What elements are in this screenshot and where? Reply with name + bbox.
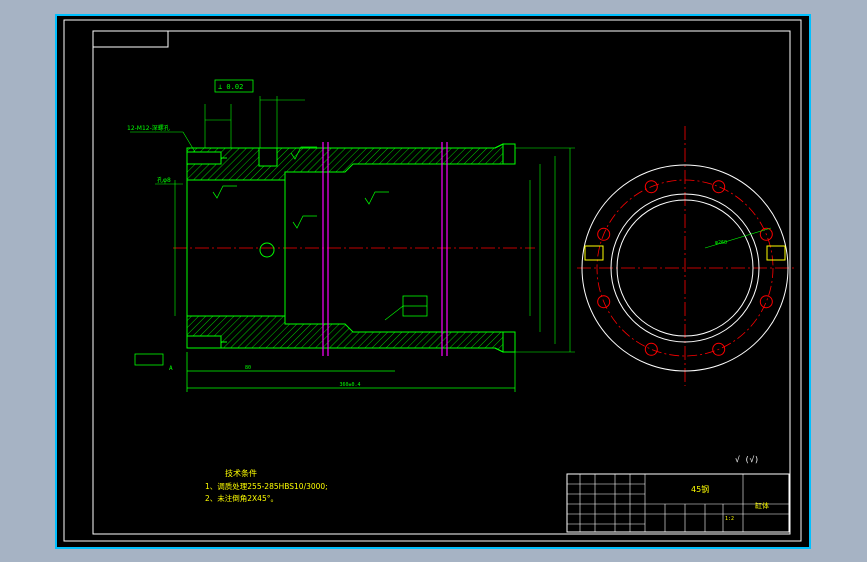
leader-bore-label: 孔φ8 [157,176,171,184]
corner-label-box [92,30,169,48]
svg-text:A: A [169,365,173,372]
material-label: 45钢 [691,484,709,494]
roughness-symbol-4 [212,185,237,199]
tech-req-title: 技术条件 [225,468,257,478]
surface-note: √ (√) [735,455,759,464]
thread-hole-bottom [186,335,222,349]
side-hole [259,242,275,258]
dim-overall: 360±0.4 [339,382,360,388]
lug-right [766,245,786,261]
roughness-symbol-2 [364,191,389,205]
tech-req-line-2: 2、未注倒角2X45°。 [205,493,278,503]
datum-a-marker [134,353,164,366]
thread-hole-top [186,151,222,165]
roughness-symbol-3 [292,215,317,229]
leader-thread-label: 12-M12-深螺孔 [127,124,170,132]
flange-view: φ260 [577,126,797,386]
tech-req-line-1: 1、调质处理255-285HBS10/3000; [205,481,328,491]
top-wall-hatch [186,143,504,181]
title-block: 45钢 缸体 1:2 [566,473,790,533]
drawing-frame-outer [63,19,802,542]
bolt-hole [712,180,726,194]
section-view: 360±0.4 80 12-M12-深螺孔 孔φ8 ⊥ 0.02 A [127,79,575,392]
port-hole [258,147,278,167]
bolt-hole [759,295,773,309]
bolt-hole [644,342,658,356]
viewport-border [55,14,811,549]
svg-text:⊥ 0.02: ⊥ 0.02 [218,83,243,91]
cad-viewport[interactable]: 360±0.4 80 12-M12-深螺孔 孔φ8 ⊥ 0.02 A φ260 … [55,14,811,549]
flange-dim-label: φ260 [715,240,727,246]
part-name-label: 缸体 [755,501,769,510]
scale-label: 1:2 [725,516,734,522]
cad-drawing: 360±0.4 80 12-M12-深螺孔 孔φ8 ⊥ 0.02 A φ260 … [55,14,811,549]
bottom-wall-hatch [186,315,504,353]
dim-left: 80 [245,365,251,371]
lug-left [584,245,604,261]
